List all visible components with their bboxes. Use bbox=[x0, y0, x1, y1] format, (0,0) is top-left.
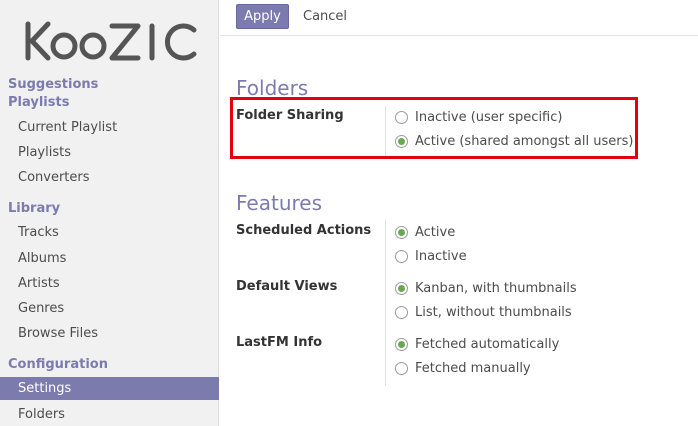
scheduled-actions-inactive-option[interactable]: Inactive bbox=[395, 247, 467, 265]
sidebar-section-playlists[interactable]: Playlists bbox=[8, 95, 69, 110]
features-section-title: Features bbox=[236, 191, 322, 215]
radio-label: List, without thumbnails bbox=[415, 304, 572, 320]
sidebar-item-playlists[interactable]: Playlists bbox=[0, 141, 219, 164]
sidebar-item-current-playlist[interactable]: Current Playlist bbox=[0, 116, 219, 139]
sidebar-item-genres[interactable]: Genres bbox=[0, 297, 219, 320]
cancel-button[interactable]: Cancel bbox=[303, 4, 347, 29]
radio-checked-icon[interactable] bbox=[395, 225, 408, 239]
field-divider bbox=[385, 220, 386, 386]
radio-label: Fetched automatically bbox=[415, 336, 560, 352]
sidebar-item-converters[interactable]: Converters bbox=[0, 166, 219, 189]
radio-unchecked-icon[interactable] bbox=[395, 305, 408, 319]
scheduled-actions-label: Scheduled Actions bbox=[236, 223, 372, 238]
sidebar-section-configuration: Configuration bbox=[8, 357, 108, 372]
apply-button[interactable]: Apply bbox=[236, 4, 289, 29]
koozic-logo bbox=[25, 21, 197, 61]
default-views-list-option[interactable]: List, without thumbnails bbox=[395, 303, 572, 321]
default-views-kanban-option[interactable]: Kanban, with thumbnails bbox=[395, 279, 577, 297]
lastfm-fetched-automatically-option[interactable]: Fetched automatically bbox=[395, 335, 559, 353]
lastfm-fetched-manually-option[interactable]: Fetched manually bbox=[395, 359, 531, 377]
radio-checked-icon[interactable] bbox=[395, 281, 408, 295]
radio-checked-icon[interactable] bbox=[395, 337, 408, 351]
sidebar-item-albums[interactable]: Albums bbox=[0, 247, 219, 270]
radio-label: Active bbox=[415, 224, 456, 240]
toolbar-divider bbox=[220, 35, 698, 36]
default-views-label: Default Views bbox=[236, 279, 338, 294]
radio-unchecked-icon[interactable] bbox=[395, 249, 408, 263]
sidebar-section-suggestions[interactable]: Suggestions bbox=[8, 77, 98, 92]
lastfm-info-label: LastFM Info bbox=[236, 335, 323, 350]
sidebar-item-tracks[interactable]: Tracks bbox=[0, 221, 219, 244]
sidebar-section-library: Library bbox=[8, 201, 61, 216]
radio-label: Fetched manually bbox=[415, 360, 531, 376]
sidebar-item-settings[interactable]: Settings bbox=[0, 377, 219, 400]
sidebar: Suggestions Playlists Current Playlist P… bbox=[0, 0, 219, 426]
sidebar-item-folders[interactable]: Folders bbox=[0, 403, 219, 426]
radio-unchecked-icon[interactable] bbox=[395, 361, 408, 375]
scheduled-actions-active-option[interactable]: Active bbox=[395, 223, 455, 241]
sidebar-item-browse-files[interactable]: Browse Files bbox=[0, 322, 219, 345]
highlight-annotation-box bbox=[230, 97, 638, 159]
radio-label: Inactive bbox=[415, 248, 467, 264]
radio-label: Kanban, with thumbnails bbox=[415, 280, 577, 296]
sidebar-item-artists[interactable]: Artists bbox=[0, 272, 219, 295]
